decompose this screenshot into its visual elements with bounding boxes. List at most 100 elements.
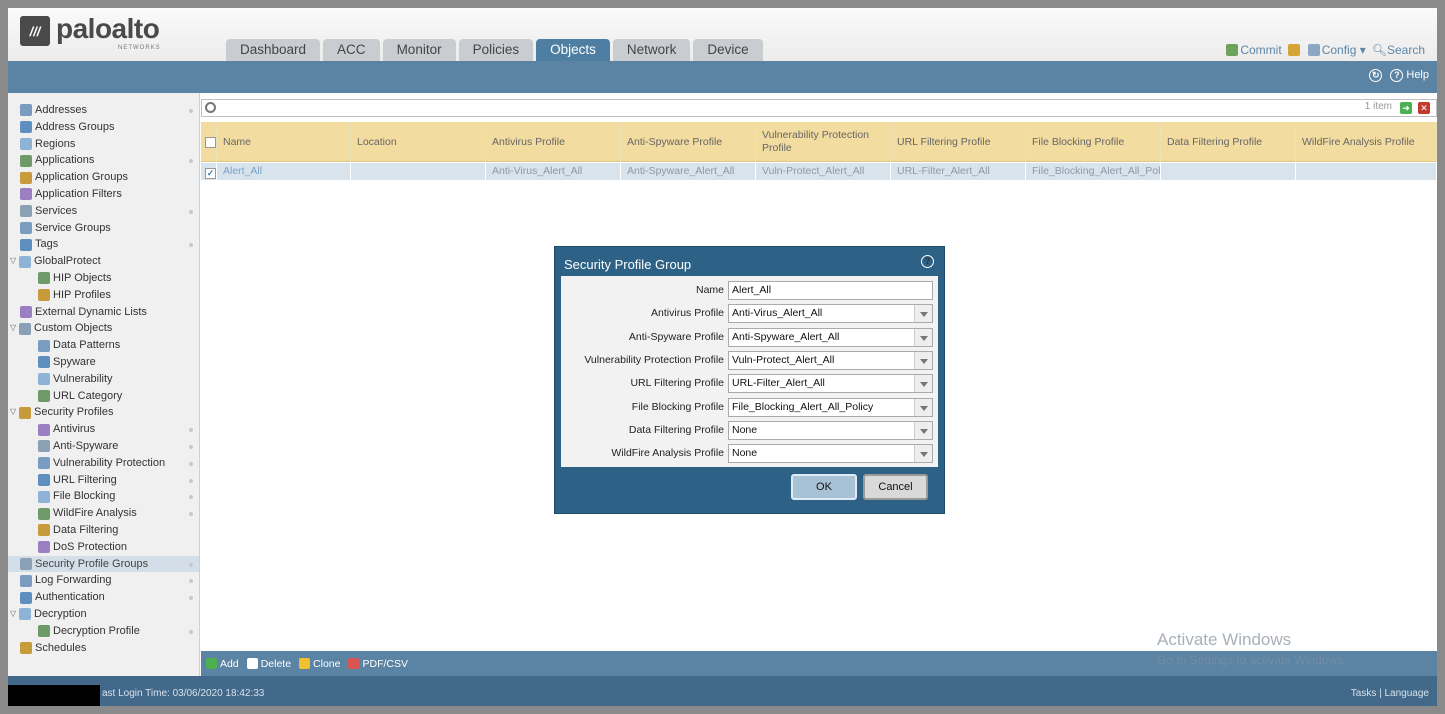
dialog-help-icon[interactable]: ? (921, 255, 934, 268)
chevron-down-icon[interactable] (914, 445, 932, 463)
sidebar-item-hip-profiles[interactable]: HIP Profiles (8, 287, 199, 304)
sidebar-item-external-dynamic-lists[interactable]: External Dynamic Lists (8, 304, 199, 321)
tasks-language[interactable]: Tasks | Language (1351, 688, 1429, 699)
sidebar-item-address-groups[interactable]: Address Groups (8, 119, 199, 136)
sidebar-item-services[interactable]: Services (8, 203, 199, 220)
sidebar-item-security-profile-groups[interactable]: Security Profile Groups (8, 555, 199, 573)
column-header-location[interactable]: Location (351, 122, 486, 162)
pdf-csv-button[interactable]: PDF/CSV (348, 658, 408, 670)
column-header-wildfire-analysis-profile[interactable]: WildFire Analysis Profile (1296, 122, 1437, 162)
chevron-down-icon[interactable] (914, 375, 932, 393)
expand-arrow-icon[interactable]: ▽ (10, 404, 19, 421)
sidebar-item-url-category[interactable]: URL Category (8, 388, 199, 405)
sidebar-item-applications[interactable]: Applications (8, 152, 199, 169)
tab-policies[interactable]: Policies (458, 39, 534, 61)
sidebar-item-application-groups[interactable]: Application Groups (8, 169, 199, 186)
vulnerability-protection-profile-select[interactable]: Vuln-Protect_Alert_All (728, 350, 933, 370)
sidebar-item-custom-objects[interactable]: ▽ Custom Objects (8, 320, 199, 337)
sidebar-item-decryption-profile[interactable]: Decryption Profile (8, 623, 199, 640)
sidebar-item-application-filters[interactable]: Application Filters (8, 186, 199, 203)
url-filtering-profile-select[interactable]: URL-Filter_Alert_All (728, 374, 933, 394)
sidebar-item-spyware[interactable]: Spyware (8, 354, 199, 371)
sidebar-item-decryption[interactable]: ▽ Decryption (8, 606, 199, 623)
sidebar-item-tags[interactable]: Tags (8, 236, 199, 253)
sidebar-item-data-patterns[interactable]: Data Patterns (8, 337, 199, 354)
help-button[interactable]: ? Help (1390, 69, 1429, 82)
tab-dashboard[interactable]: Dashboard (226, 39, 321, 61)
tab-acc[interactable]: ACC (323, 39, 380, 61)
sidebar-item-schedules[interactable]: Schedules (8, 640, 199, 657)
custom-objects-icon (19, 322, 31, 335)
sidebar-item-label: Services (35, 204, 78, 217)
row-select-cell[interactable]: ✓ (201, 163, 217, 180)
select-all-checkbox[interactable] (205, 136, 216, 148)
row-checkbox[interactable]: ✓ (205, 168, 216, 179)
chevron-down-icon[interactable] (914, 328, 932, 346)
sidebar-item-vulnerability[interactable]: Vulnerability (8, 371, 199, 388)
sidebar-nav: Addresses Address Groups Regions Applicatio… (8, 93, 200, 676)
column-header-data-filtering-profile[interactable]: Data Filtering Profile (1161, 122, 1296, 162)
expand-arrow-icon[interactable]: ▽ (10, 606, 19, 623)
wildfire-analysis-profile-select[interactable]: None (728, 444, 933, 464)
chevron-down-icon[interactable] (914, 398, 932, 416)
column-header-name[interactable]: Name (217, 122, 351, 162)
sidebar-item-antivirus[interactable]: Antivirus (8, 421, 199, 438)
tab-monitor[interactable]: Monitor (382, 39, 456, 61)
cancel-button[interactable]: Cancel (863, 474, 928, 500)
search-button[interactable]: 🔍︎Search (1372, 43, 1425, 57)
config-menu[interactable]: Config ▾ (1307, 43, 1366, 57)
apply-filter-icon[interactable]: ➜ (1400, 102, 1412, 114)
data-filtering-profile-select[interactable]: None (728, 420, 933, 440)
file-blocking-profile-select[interactable]: File_Blocking_Alert_All_Policy (728, 397, 933, 417)
filter-search-bar[interactable]: 1 item ➜ ✕ (201, 99, 1437, 117)
chevron-down-icon[interactable] (914, 351, 932, 369)
tab-device[interactable]: Device (693, 39, 763, 61)
chevron-down-icon[interactable] (914, 305, 932, 323)
lock-icon[interactable] (1287, 44, 1300, 56)
sidebar-item-label: Spyware (53, 355, 96, 368)
delete-button[interactable]: Delete (246, 658, 291, 670)
column-header-antivirus-profile[interactable]: Antivirus Profile (486, 122, 621, 162)
cell-url-filtering-profile: URL-Filter_Alert_All (891, 163, 1026, 180)
sidebar-item-hip-objects[interactable]: HIP Objects (8, 270, 199, 287)
sidebar-item-data-filtering[interactable]: Data Filtering (8, 522, 199, 539)
add-button[interactable]: Add (206, 658, 239, 670)
commit-button[interactable]: Commit (1226, 43, 1282, 57)
sidebar-item-regions[interactable]: Regions (8, 136, 199, 153)
refresh-icon[interactable]: ↻ (1369, 69, 1383, 82)
column-header-vulnerability-protection-profile[interactable]: Vulnerability Protection Profile (756, 122, 891, 162)
sidebar-item-wildfire-analysis[interactable]: WildFire Analysis (8, 505, 199, 522)
select-all-cell[interactable] (201, 122, 217, 162)
tab-objects[interactable]: Objects (536, 39, 610, 61)
column-header-url-filtering-profile[interactable]: URL Filtering Profile (891, 122, 1026, 162)
sidebar-item-authentication[interactable]: Authentication (8, 589, 199, 606)
sidebar-item-addresses[interactable]: Addresses (8, 102, 199, 119)
sidebar-item-file-blocking[interactable]: File Blocking (8, 488, 199, 505)
expand-arrow-icon[interactable]: ▽ (10, 320, 19, 337)
expand-arrow-icon[interactable]: ▽ (10, 253, 19, 270)
field-data-filtering-profile: Data Filtering Profile None (561, 420, 938, 441)
column-header-file-blocking-profile[interactable]: File Blocking Profile (1026, 122, 1161, 162)
sidebar-item-globalprotect[interactable]: ▽ GlobalProtect (8, 253, 199, 270)
sidebar-item-dos-protection[interactable]: DoS Protection (8, 539, 199, 556)
sidebar-item-log-forwarding[interactable]: Log Forwarding (8, 572, 199, 589)
anti-spyware-profile-select[interactable]: Anti-Spyware_Alert_All (728, 327, 933, 347)
chevron-down-icon[interactable] (914, 421, 932, 439)
sidebar-item-url-filtering[interactable]: URL Filtering (8, 472, 199, 489)
column-header-anti-spyware-profile[interactable]: Anti-Spyware Profile (621, 122, 756, 162)
name-input[interactable]: Alert_All (728, 281, 933, 300)
sidebar-item-service-groups[interactable]: Service Groups (8, 220, 199, 237)
tab-network[interactable]: Network (612, 39, 691, 61)
application-groups-icon (20, 171, 32, 184)
ok-button[interactable]: OK (791, 474, 857, 500)
table-row[interactable]: ✓ Alert_All Anti-Virus_Alert_All Anti-Spywa… (201, 163, 1437, 180)
redacted-user (8, 685, 100, 706)
sidebar-item-vulnerability-protection[interactable]: Vulnerability Protection (8, 455, 199, 472)
url-category-icon (38, 389, 50, 402)
clone-button[interactable]: Clone (299, 658, 340, 670)
clear-filter-icon[interactable]: ✕ (1418, 102, 1430, 114)
antivirus-profile-select[interactable]: Anti-Virus_Alert_All (728, 304, 933, 324)
sidebar-item-anti-spyware[interactable]: Anti-Spyware (8, 438, 199, 455)
cell-name[interactable]: Alert_All (217, 163, 351, 180)
sidebar-item-security-profiles[interactable]: ▽ Security Profiles (8, 404, 199, 421)
